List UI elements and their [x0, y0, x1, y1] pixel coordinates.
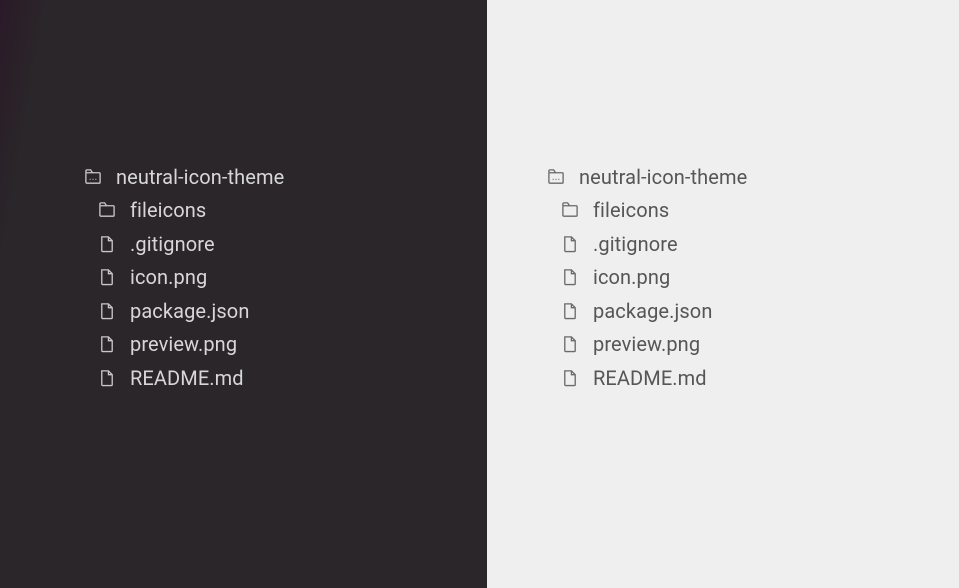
tree-item[interactable]: fileicons	[547, 194, 747, 228]
tree-item[interactable]: fileicons	[84, 194, 284, 228]
tree-item[interactable]: preview.png	[547, 328, 747, 362]
tree-item-label: fileicons	[593, 200, 669, 220]
file-icon	[98, 235, 116, 253]
tree-item-label: preview.png	[130, 334, 237, 354]
file-icon	[561, 369, 579, 387]
file-icon	[561, 268, 579, 286]
file-icon	[561, 302, 579, 320]
folder-icon	[561, 201, 579, 219]
tree-item[interactable]: package.json	[84, 294, 284, 328]
tree-item[interactable]: icon.png	[84, 261, 284, 295]
tree-item-label: icon.png	[130, 267, 207, 287]
tree-item-label: icon.png	[593, 267, 670, 287]
root-folder-icon	[84, 168, 102, 186]
tree-item-label: package.json	[593, 301, 712, 321]
tree-item-label: preview.png	[593, 334, 700, 354]
tree-item[interactable]: package.json	[547, 294, 747, 328]
file-icon	[98, 302, 116, 320]
tree-root[interactable]: neutral-icon-theme	[547, 160, 747, 194]
folder-icon	[98, 201, 116, 219]
tree-item-label: package.json	[130, 301, 249, 321]
dark-theme-pane: neutral-icon-theme fileicons .gitignore …	[0, 0, 487, 588]
tree-item[interactable]: README.md	[84, 361, 284, 395]
tree-item-label: .gitignore	[593, 234, 678, 254]
file-icon	[98, 369, 116, 387]
tree-item-label: .gitignore	[130, 234, 215, 254]
tree-root-label: neutral-icon-theme	[116, 167, 284, 187]
tree-item[interactable]: .gitignore	[547, 227, 747, 261]
tree-item[interactable]: icon.png	[547, 261, 747, 295]
file-tree: neutral-icon-theme fileicons .gitignore …	[547, 160, 747, 395]
tree-root[interactable]: neutral-icon-theme	[84, 160, 284, 194]
light-theme-pane: neutral-icon-theme fileicons .gitignore …	[487, 0, 959, 588]
file-icon	[561, 335, 579, 353]
tree-item-label: fileicons	[130, 200, 206, 220]
file-tree: neutral-icon-theme fileicons .gitignore …	[84, 160, 284, 395]
file-icon	[98, 335, 116, 353]
file-icon	[561, 235, 579, 253]
root-folder-icon	[547, 168, 565, 186]
file-icon	[98, 268, 116, 286]
tree-item-label: README.md	[130, 368, 244, 388]
tree-item-label: README.md	[593, 368, 707, 388]
tree-root-label: neutral-icon-theme	[579, 167, 747, 187]
tree-item[interactable]: .gitignore	[84, 227, 284, 261]
tree-item[interactable]: preview.png	[84, 328, 284, 362]
tree-item[interactable]: README.md	[547, 361, 747, 395]
